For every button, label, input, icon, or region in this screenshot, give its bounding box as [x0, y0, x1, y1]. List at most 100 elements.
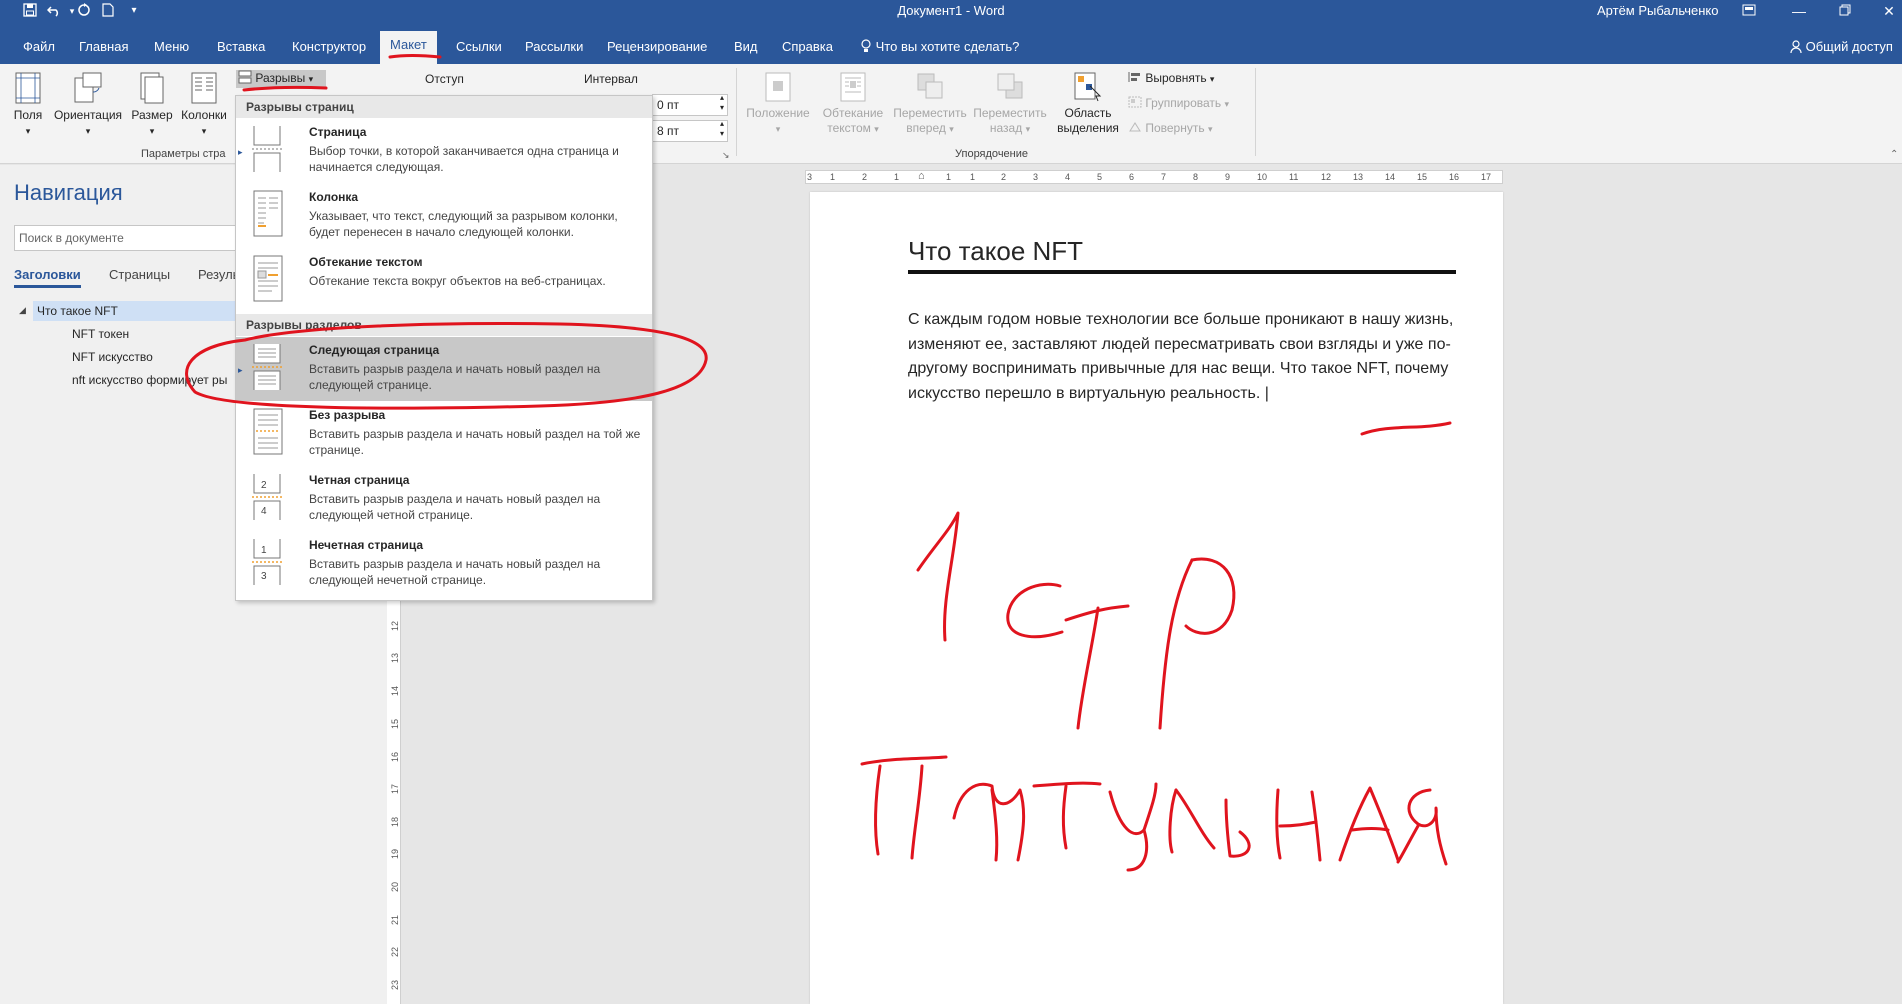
- svg-text:4: 4: [261, 506, 267, 517]
- minimize-icon[interactable]: —: [1790, 2, 1808, 20]
- section-breaks-section-header: Разрывы разделов: [236, 314, 652, 336]
- rotate-button[interactable]: Повернуть ▾: [1128, 121, 1238, 137]
- breaks-icon: [238, 70, 252, 84]
- user-name[interactable]: Артём Рыбальченко: [1597, 3, 1718, 18]
- continuous-break-icon: [253, 408, 283, 455]
- spacing-label: Интервал: [584, 72, 638, 86]
- align-button[interactable]: Выровнять ▾: [1128, 71, 1238, 87]
- nav-heading-item[interactable]: nft искусство формирует ры: [72, 373, 227, 387]
- align-icon: [1128, 72, 1140, 82]
- page-setup-group-label: Параметры стра: [141, 148, 226, 160]
- tab-layout[interactable]: Макет: [380, 31, 437, 64]
- group-icon: [1128, 96, 1142, 108]
- restore-icon[interactable]: [1836, 2, 1854, 20]
- close-icon[interactable]: ✕: [1880, 2, 1898, 20]
- selection-pane-button[interactable]: Область выделения: [1054, 72, 1122, 136]
- margins-button[interactable]: Поля ▾: [8, 72, 48, 139]
- nav-tab-results[interactable]: Резуль: [198, 267, 239, 282]
- lightbulb-icon: [860, 39, 876, 54]
- document-page[interactable]: Что такое NFT С каждым годом новые техно…: [810, 192, 1503, 1004]
- nav-heading-item[interactable]: NFT токен: [72, 327, 129, 341]
- group-button[interactable]: Группировать ▾: [1128, 96, 1248, 112]
- document-heading[interactable]: Что такое NFT: [908, 236, 1083, 267]
- break-column-item[interactable]: Колонка Указывает, что текст, следующий …: [236, 184, 652, 248]
- even-page-break-icon: 24: [252, 474, 282, 520]
- share-button[interactable]: Общий доступ: [1790, 36, 1893, 58]
- margins-icon: [15, 72, 41, 104]
- document-body-text[interactable]: С каждым годом новые технологии все боль…: [908, 308, 1460, 406]
- break-next-page-item[interactable]: ▸ Следующая страница Вставить разрыв раз…: [236, 337, 652, 401]
- tab-home[interactable]: Главная: [73, 36, 134, 58]
- break-page-item[interactable]: ▸ Страница Выбор точки, в которой заканч…: [236, 119, 652, 183]
- rotate-icon: [1129, 122, 1141, 132]
- nav-search-input[interactable]: Поиск в документе: [14, 225, 244, 251]
- tab-references[interactable]: Ссылки: [450, 36, 508, 58]
- tell-me-search[interactable]: Что вы хотите сделать?: [860, 36, 1019, 58]
- tab-menu[interactable]: Меню: [148, 36, 195, 58]
- nav-tab-pages[interactable]: Страницы: [109, 267, 170, 282]
- dialog-launcher-icon[interactable]: ↘: [722, 150, 730, 161]
- tab-design[interactable]: Конструктор: [286, 36, 372, 58]
- breaks-dropdown: Разрывы страниц ▸ Страница Выбор точки, …: [235, 95, 653, 601]
- tab-view[interactable]: Вид: [728, 36, 764, 58]
- break-odd-page-item[interactable]: 13 Нечетная страница Вставить разрыв раз…: [236, 532, 652, 596]
- svg-text:3: 3: [261, 571, 267, 582]
- nav-heading-item[interactable]: Что такое NFT: [33, 301, 235, 321]
- ribbon-display-icon[interactable]: [1740, 2, 1758, 20]
- selection-pane-icon: [1074, 72, 1102, 102]
- page-breaks-section-header: Разрывы страниц: [236, 96, 652, 118]
- pointer-icon: ▸: [238, 365, 243, 375]
- columns-icon: [191, 72, 217, 104]
- position-icon: [765, 72, 791, 102]
- odd-page-break-icon: 13: [252, 539, 282, 585]
- arrange-group-label: Упорядочение: [955, 148, 1028, 160]
- nav-tab-headings[interactable]: Заголовки: [14, 267, 81, 288]
- position-button[interactable]: Положение ▾: [743, 72, 813, 137]
- heading-underline: [908, 270, 1456, 274]
- column-break-icon: [253, 190, 283, 237]
- nav-heading-item[interactable]: NFT искусство: [72, 350, 153, 364]
- columns-button[interactable]: Колонки ▾: [178, 72, 230, 139]
- person-icon: [1790, 39, 1806, 54]
- tab-file[interactable]: Файл: [17, 36, 61, 58]
- collapse-triangle-icon[interactable]: ◢: [19, 305, 26, 316]
- tab-mailings[interactable]: Рассылки: [519, 36, 589, 58]
- orientation-icon: [74, 72, 102, 103]
- wrap-text-icon: [840, 72, 866, 102]
- pointer-icon: ▸: [238, 147, 243, 157]
- tab-insert[interactable]: Вставка: [211, 36, 271, 58]
- break-text-wrap-item[interactable]: Обтекание текстом Обтекание текста вокру…: [236, 249, 652, 313]
- spin-arrows-icon[interactable]: ▴ ▾: [720, 93, 724, 113]
- share-label: Общий доступ: [1805, 39, 1893, 54]
- wrap-text-button[interactable]: Обтекание текстом ▾: [818, 72, 888, 137]
- svg-text:1: 1: [261, 545, 267, 556]
- page-break-icon: [252, 126, 282, 172]
- text-wrap-break-icon: [253, 255, 283, 302]
- spin-arrows-icon[interactable]: ▴ ▾: [720, 119, 724, 139]
- tab-help[interactable]: Справка: [776, 36, 839, 58]
- bring-forward-icon: [917, 73, 943, 99]
- tab-review[interactable]: Рецензирование: [601, 36, 713, 58]
- indent-marker-icon[interactable]: ⌂: [918, 170, 925, 182]
- indent-label: Отступ: [425, 72, 464, 86]
- svg-text:2: 2: [261, 480, 267, 491]
- break-even-page-item[interactable]: 24 Четная страница Вставить разрыв разде…: [236, 467, 652, 531]
- size-icon: [140, 72, 164, 104]
- breaks-button[interactable]: Разрывы ▾: [236, 70, 326, 88]
- tell-me-label: Что вы хотите сделать?: [875, 39, 1020, 54]
- nav-title: Навигация: [14, 180, 123, 205]
- next-page-break-icon: [252, 344, 282, 390]
- spacing-before-field[interactable]: 0 пт ▴ ▾: [652, 93, 728, 116]
- send-backward-icon: [997, 73, 1023, 99]
- collapse-ribbon-icon[interactable]: ⌃: [1890, 149, 1898, 160]
- horizontal-ruler[interactable]: 3 1 2 1 ⌂ 1 1 2 3 4 5 6 7 8 9 10 11 12 1…: [805, 170, 1503, 184]
- title-bar: ▾ ▾ Документ1 - Word Артём Рыбальченко —…: [0, 0, 1902, 22]
- vertical-ruler[interactable]: 12 13 14 15 16 17 18 19 20 21 22 23: [387, 590, 401, 1004]
- break-continuous-item[interactable]: Без разрыва Вставить разрыв раздела и на…: [236, 402, 652, 466]
- send-backward-button[interactable]: Переместить назад ▾: [970, 72, 1050, 137]
- ribbon-tabs: Файл Главная Меню Вставка Конструктор Ма…: [0, 22, 1902, 64]
- bring-forward-button[interactable]: Переместить вперед ▾: [890, 72, 970, 137]
- spacing-after-field[interactable]: 8 пт ▴ ▾: [652, 119, 728, 142]
- size-button[interactable]: Размер ▾: [128, 72, 176, 139]
- orientation-button[interactable]: Ориентация ▾: [52, 72, 124, 139]
